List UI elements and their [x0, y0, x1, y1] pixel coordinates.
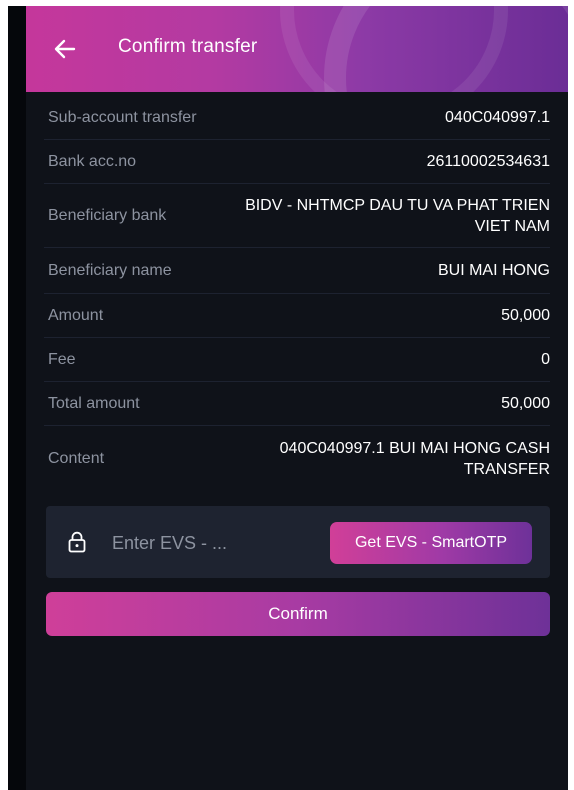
- detail-row-beneficiary-bank: Beneficiary bank BIDV - NHTMCP DAU TU VA…: [44, 184, 550, 248]
- back-button[interactable]: [50, 34, 80, 64]
- detail-label: Bank acc.no: [48, 152, 137, 170]
- detail-row-fee: Fee 0: [44, 338, 550, 382]
- detail-row-content: Content 040C040997.1 BUI MAI HONG CASH T…: [44, 426, 550, 492]
- detail-row-amount: Amount 50,000: [44, 294, 550, 338]
- detail-value: 040C040997.1 BUI MAI HONG CASH TRANSFER: [279, 440, 550, 478]
- detail-label: Content: [48, 450, 105, 467]
- detail-row-beneficiary-name: Beneficiary name BUI MAI HONG: [44, 248, 550, 294]
- detail-value: 040C040997.1: [445, 109, 550, 126]
- detail-value: 50,000: [501, 395, 550, 412]
- detail-label: Beneficiary bank: [48, 206, 167, 224]
- detail-label: Fee: [48, 350, 76, 368]
- confirm-button[interactable]: Confirm: [46, 592, 550, 636]
- page-title: Confirm transfer: [118, 36, 258, 57]
- detail-value: 26110002534631: [426, 153, 550, 170]
- detail-value: BUI MAI HONG: [437, 262, 550, 279]
- get-smartotp-button[interactable]: Get EVS - SmartOTP: [330, 522, 532, 564]
- screen-edge: [8, 6, 26, 790]
- app-screen: Confirm transfer Sub-account transfer 04…: [8, 6, 568, 790]
- detail-row-bank-acc-no: Bank acc.no 26110002534631: [44, 140, 550, 184]
- lock-icon: [68, 531, 86, 553]
- detail-label: Total amount: [48, 394, 140, 412]
- detail-label: Sub-account transfer: [48, 108, 197, 126]
- detail-value: 0: [541, 351, 550, 368]
- transfer-details: Sub-account transfer 040C040997.1 Bank a…: [44, 96, 550, 492]
- detail-label: Amount: [48, 306, 104, 324]
- detail-row-total-amount: Total amount 50,000: [44, 382, 550, 426]
- header-bar: Confirm transfer: [26, 6, 568, 92]
- evs-otp-input[interactable]: [110, 526, 294, 560]
- otp-panel: Get EVS - SmartOTP: [46, 506, 550, 578]
- detail-value: BIDV - NHTMCP DAU TU VA PHAT TRIEN VIET …: [245, 196, 550, 235]
- header-decoration: [280, 6, 508, 92]
- detail-row-sub-account: Sub-account transfer 040C040997.1: [44, 96, 550, 140]
- detail-value: 50,000: [501, 307, 550, 324]
- arrow-left-icon: [54, 39, 76, 59]
- detail-label: Beneficiary name: [48, 261, 172, 279]
